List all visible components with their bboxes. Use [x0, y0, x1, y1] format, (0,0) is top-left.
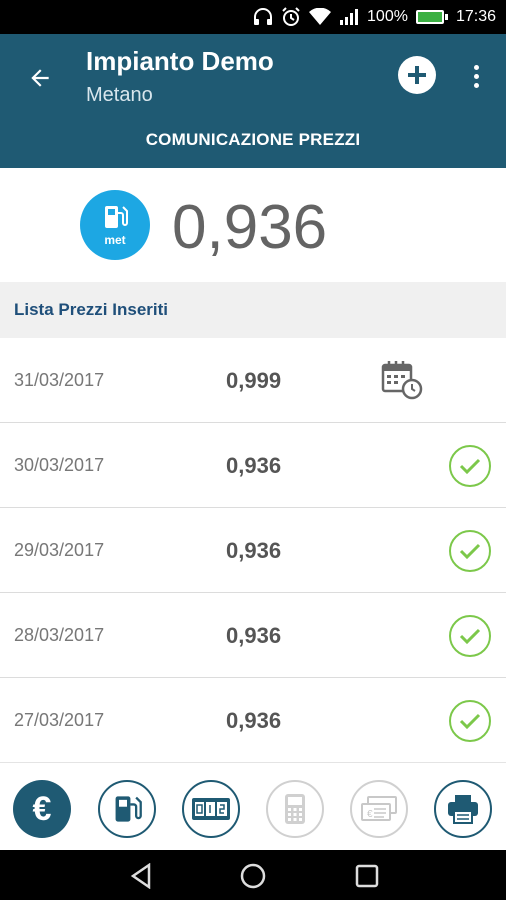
system-nav-bar — [0, 850, 506, 900]
row-price: 0,936 — [226, 453, 282, 478]
row-price: 0,999 — [226, 368, 282, 393]
signal-icon — [339, 8, 359, 26]
section-title: COMUNICAZIONE PREZZI — [145, 130, 361, 149]
add-price-button[interactable] — [398, 56, 436, 94]
current-price-panel: met 0,936 — [0, 168, 506, 282]
current-price: 0,936 — [172, 193, 328, 262]
square-recents-icon — [355, 864, 379, 888]
alarm-icon — [281, 7, 301, 27]
circle-home-icon — [240, 863, 266, 889]
list-item[interactable]: 30/03/2017 0,936 — [0, 423, 506, 508]
nav-print-button[interactable] — [434, 780, 492, 838]
fuel-badge: met — [80, 190, 150, 260]
banknotes-icon: € — [361, 796, 397, 821]
nav-pos-button[interactable] — [266, 780, 324, 838]
pos-terminal-icon — [285, 794, 305, 824]
row-date: 31/03/2017 — [14, 370, 105, 390]
status-bar: 100% 17:36 — [0, 0, 506, 34]
nav-totalizer-button[interactable] — [182, 780, 240, 838]
row-date: 29/03/2017 — [14, 540, 105, 560]
page-title: Impianto Demo — [86, 46, 274, 76]
confirmed-check-icon — [449, 530, 491, 572]
list-item[interactable]: 28/03/2017 0,936 — [0, 593, 506, 678]
scheduled-calendar-icon — [381, 361, 423, 400]
nav-fuel-button[interactable] — [98, 780, 156, 838]
list-item[interactable]: 31/03/2017 0,999 — [0, 338, 506, 423]
euro-icon: € — [32, 789, 52, 828]
nav-cash-button[interactable]: € — [350, 780, 408, 838]
wifi-icon — [309, 8, 332, 26]
row-date: 28/03/2017 — [14, 625, 105, 645]
fuel-pump-icon — [115, 796, 142, 822]
confirmed-check-icon — [449, 700, 491, 742]
bottom-nav: € € — [0, 762, 506, 850]
triangle-back-icon — [130, 863, 151, 889]
row-date: 27/03/2017 — [14, 710, 105, 730]
battery-percent: 100% — [367, 8, 408, 25]
back-button[interactable] — [22, 60, 58, 96]
row-price: 0,936 — [226, 708, 282, 733]
row-date: 30/03/2017 — [14, 455, 105, 475]
list-item[interactable]: 27/03/2017 0,936 — [0, 678, 506, 763]
list-header: Lista Prezzi Inseriti — [0, 282, 506, 338]
headphones-icon — [253, 8, 273, 26]
confirmed-check-icon — [449, 445, 491, 487]
price-list: 31/03/2017 0,999 30/03/2017 0,936 29/03/… — [0, 338, 506, 763]
system-recents-button[interactable] — [354, 863, 380, 889]
confirmed-check-icon — [449, 615, 491, 657]
nav-prices-button[interactable]: € — [13, 780, 71, 838]
page-subtitle: Metano — [86, 84, 153, 106]
svg-text:€: € — [367, 809, 373, 820]
printer-icon — [448, 795, 478, 824]
arrow-back-icon — [31, 69, 49, 87]
fuel-code: met — [104, 233, 126, 247]
app-bar: Impianto Demo Metano COMUNICAZIONE PREZZ… — [0, 34, 506, 168]
system-home-button[interactable] — [240, 863, 266, 889]
counter-display-icon — [192, 798, 230, 820]
list-item[interactable]: 29/03/2017 0,936 — [0, 508, 506, 593]
system-back-button[interactable] — [128, 863, 154, 889]
fuel-pump-icon — [105, 206, 128, 228]
more-options-button[interactable] — [462, 58, 490, 94]
row-price: 0,936 — [226, 538, 282, 563]
plus-icon — [408, 66, 426, 84]
row-price: 0,936 — [226, 623, 282, 648]
clock: 17:36 — [455, 8, 496, 25]
battery-icon — [415, 10, 448, 24]
